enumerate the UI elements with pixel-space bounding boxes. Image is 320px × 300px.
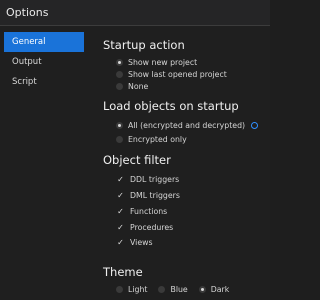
options-window: Options General Output Script Startup ac… xyxy=(0,0,270,300)
radio-encrypted-only[interactable]: Encrypted only xyxy=(116,133,187,145)
object-filter-heading: Object filter xyxy=(103,153,171,167)
sidebar-item-label: General xyxy=(12,37,46,47)
radio-show-last-opened-project[interactable]: Show last opened project xyxy=(116,68,227,80)
radio-label: Blue xyxy=(170,284,188,294)
sidebar: General Output Script xyxy=(4,32,84,294)
radio-selected-icon xyxy=(198,285,206,293)
checkmark-icon: ✓ xyxy=(117,190,124,200)
radio-unselected-icon xyxy=(116,285,123,293)
radio-theme-dark[interactable]: Dark xyxy=(198,283,230,295)
radio-label: Show new project xyxy=(128,57,198,67)
radio-label: None xyxy=(128,81,149,91)
checkbox-procedures[interactable]: ✓ Procedures xyxy=(116,221,173,233)
radio-label: Light xyxy=(128,284,148,294)
theme-heading: Theme xyxy=(103,265,143,279)
checkmark-icon: ✓ xyxy=(117,206,124,216)
radio-theme-blue[interactable]: Blue xyxy=(158,283,188,295)
radio-unselected-icon xyxy=(158,285,166,293)
checkbox-dml-triggers[interactable]: ✓ DML triggers xyxy=(116,189,180,201)
sidebar-item-output[interactable]: Output xyxy=(4,52,84,72)
checkmark-icon: ✓ xyxy=(117,237,124,247)
sidebar-item-general[interactable]: General xyxy=(4,32,84,52)
sidebar-item-script[interactable]: Script xyxy=(4,72,84,92)
radio-label: Show last opened project xyxy=(128,69,227,79)
checkbox-label: Procedures xyxy=(130,222,174,232)
theme-radio-group: Light Blue Dark xyxy=(116,283,240,295)
checkbox-label: Functions xyxy=(130,206,168,216)
sidebar-item-label: Script xyxy=(12,77,37,87)
checkbox-label: Views xyxy=(130,237,153,247)
radio-show-new-project[interactable]: Show new project xyxy=(116,56,197,68)
radio-theme-light[interactable]: Light xyxy=(116,283,147,295)
radio-label: Dark xyxy=(210,284,230,294)
radio-label: All (encrypted and decrypted) xyxy=(128,120,246,130)
radio-selected-icon xyxy=(116,58,123,66)
checkmark-icon: ✓ xyxy=(117,222,124,232)
checkbox-ddl-triggers[interactable]: ✓ DDL triggers xyxy=(116,173,179,185)
radio-label: Encrypted only xyxy=(128,134,187,144)
general-settings-panel: Startup action Show new project Show las… xyxy=(94,30,270,300)
info-circle-icon[interactable] xyxy=(251,121,259,129)
checkbox-functions[interactable]: ✓ Functions xyxy=(116,205,167,217)
sidebar-item-label: Output xyxy=(12,57,42,67)
checkbox-label: DDL triggers xyxy=(130,174,180,184)
checkbox-views[interactable]: ✓ Views xyxy=(116,236,153,248)
load-objects-heading: Load objects on startup xyxy=(103,99,239,113)
radio-unselected-icon xyxy=(116,82,123,90)
radio-none[interactable]: None xyxy=(116,80,148,92)
radio-all-encrypted-decrypted[interactable]: All (encrypted and decrypted) xyxy=(116,119,259,131)
startup-action-heading: Startup action xyxy=(103,38,185,52)
radio-selected-icon xyxy=(116,121,123,129)
radio-unselected-icon xyxy=(116,70,123,78)
title-bar: Options xyxy=(0,0,270,26)
window-title: Options xyxy=(6,6,49,19)
radio-unselected-icon xyxy=(116,135,123,143)
checkbox-label: DML triggers xyxy=(130,190,180,200)
checkmark-icon: ✓ xyxy=(117,174,124,184)
